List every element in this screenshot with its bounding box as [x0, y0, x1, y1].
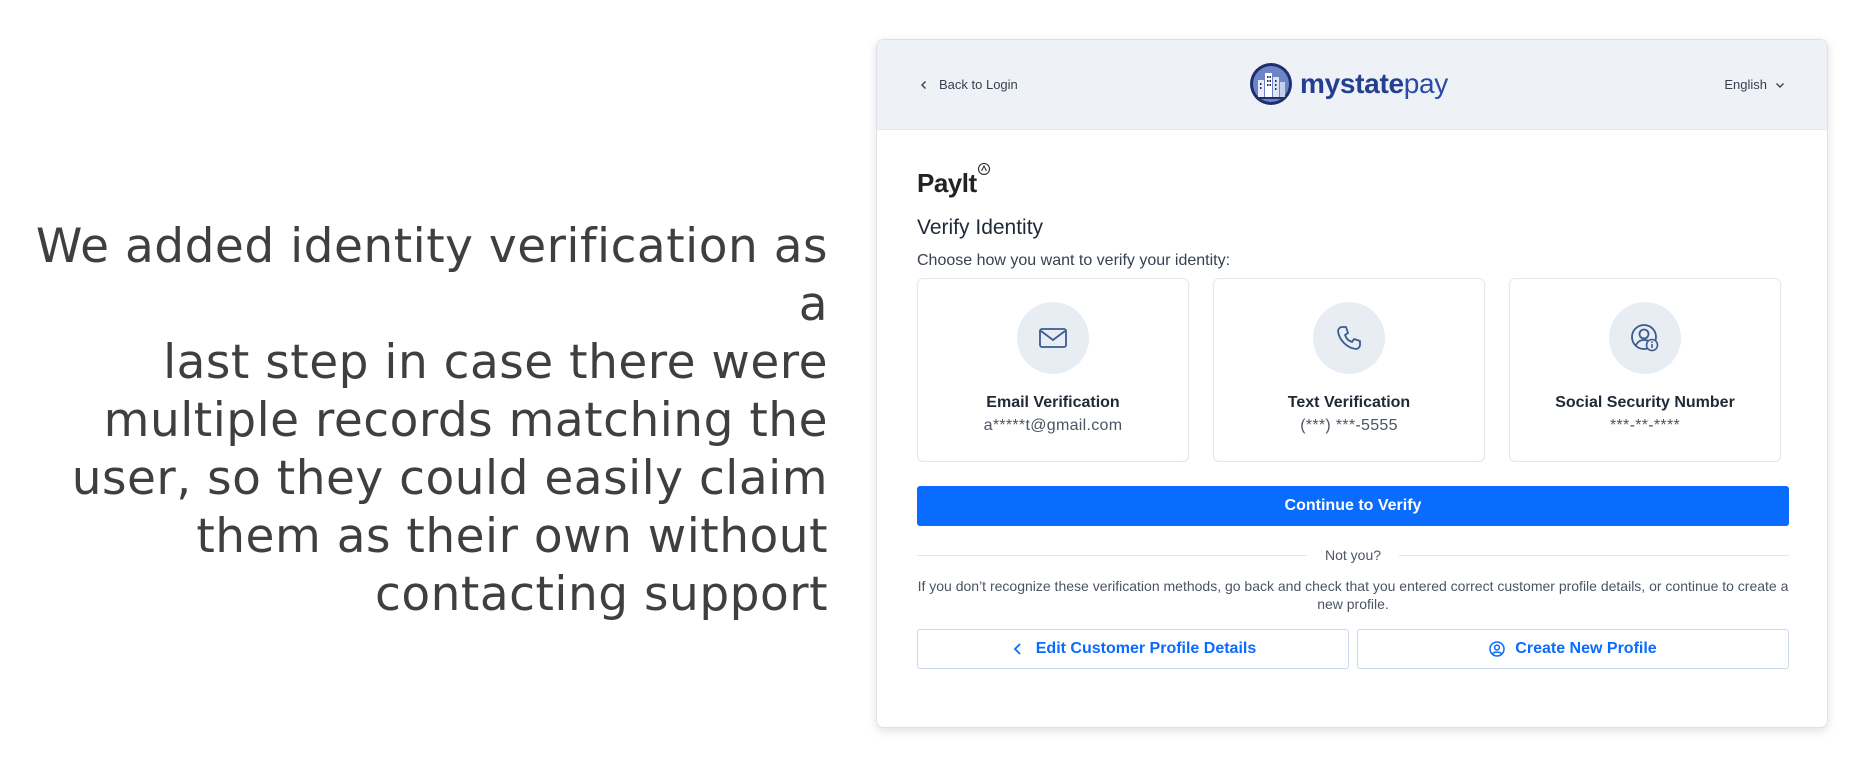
create-profile-label: Create New Profile: [1515, 640, 1657, 657]
city-skyline-icon: [1250, 63, 1292, 105]
caption-line: user, so they could easily claim: [71, 451, 828, 506]
user-info-icon: [1631, 324, 1659, 352]
caption-line: last step in case there were: [163, 335, 828, 390]
create-new-profile-button[interactable]: Create New Profile: [1357, 629, 1789, 669]
email-verification-option[interactable]: Email Verification a*****t@gmail.com: [917, 278, 1189, 462]
option-title: Text Verification: [1287, 394, 1411, 411]
option-title: Social Security Number: [1555, 394, 1735, 411]
back-to-login-label: Back to Login: [939, 77, 1018, 92]
option-value: ***-**-****: [1610, 417, 1680, 434]
chevron-left-icon: [1013, 643, 1021, 655]
text-verification-option[interactable]: Text Verification (***) ***-5555: [1213, 278, 1485, 462]
caption-text: We added identity verification as a last…: [20, 218, 828, 624]
option-value: a*****t@gmail.com: [983, 417, 1123, 434]
brand-name: mystatepay: [1300, 68, 1448, 100]
phone-icon: [1337, 326, 1361, 350]
caption-line: contacting support: [375, 567, 828, 622]
email-icon-circle: [1017, 302, 1089, 374]
paylt-mark-icon: [977, 163, 990, 175]
ssn-verification-option[interactable]: Social Security Number ***-**-****: [1509, 278, 1781, 462]
secondary-actions: Edit Customer Profile Details Create New…: [917, 629, 1789, 669]
brand-name-bold: mystate: [1300, 68, 1404, 99]
brand-name-light: pay: [1403, 68, 1449, 99]
language-label: English: [1724, 77, 1767, 92]
chevron-down-icon: [1776, 82, 1784, 88]
not-you-label: Not you?: [1324, 547, 1382, 563]
continue-to-verify-button[interactable]: Continue to Verify: [917, 486, 1789, 526]
help-text: If you don’t recognize these verificatio…: [917, 578, 1789, 612]
mystatepay-logo: mystatepay: [1250, 63, 1448, 105]
envelope-icon: [1039, 328, 1067, 348]
option-title: Email Verification: [986, 394, 1120, 411]
page-title: Verify Identity: [917, 216, 1044, 239]
page-subtitle: Choose how you want to verify your ident…: [917, 252, 1231, 269]
option-value: (***) ***-5555: [1300, 417, 1398, 434]
verify-content: Paylt Verify Identity Choose how you wan…: [917, 163, 1790, 669]
divider-line: [1399, 554, 1790, 556]
edit-customer-profile-button[interactable]: Edit Customer Profile Details: [917, 629, 1349, 669]
paylt-logo-text: Paylt: [917, 168, 977, 198]
chevron-left-icon: [921, 80, 926, 89]
language-selector[interactable]: English: [1724, 77, 1785, 92]
caption-line: multiple records matching the: [103, 393, 828, 448]
back-to-login-link[interactable]: Back to Login: [919, 77, 1018, 92]
verify-identity-card: Back to Login mystatepay English Paylt V…: [876, 39, 1828, 728]
top-bar: Back to Login mystatepay English: [877, 40, 1827, 130]
edit-profile-label: Edit Customer Profile Details: [1035, 640, 1257, 657]
caption-line: We added identity verification as a: [35, 219, 828, 332]
verification-options: Email Verification a*****t@gmail.com Tex…: [917, 278, 1789, 462]
divider-line: [917, 554, 1307, 556]
phone-icon-circle: [1313, 302, 1385, 374]
not-you-divider: Not you?: [917, 547, 1790, 563]
caption-line: them as their own without: [196, 509, 828, 564]
paylt-logo: Paylt: [917, 163, 990, 202]
ssn-icon-circle: [1609, 302, 1681, 374]
user-circle-icon: [1489, 641, 1506, 657]
